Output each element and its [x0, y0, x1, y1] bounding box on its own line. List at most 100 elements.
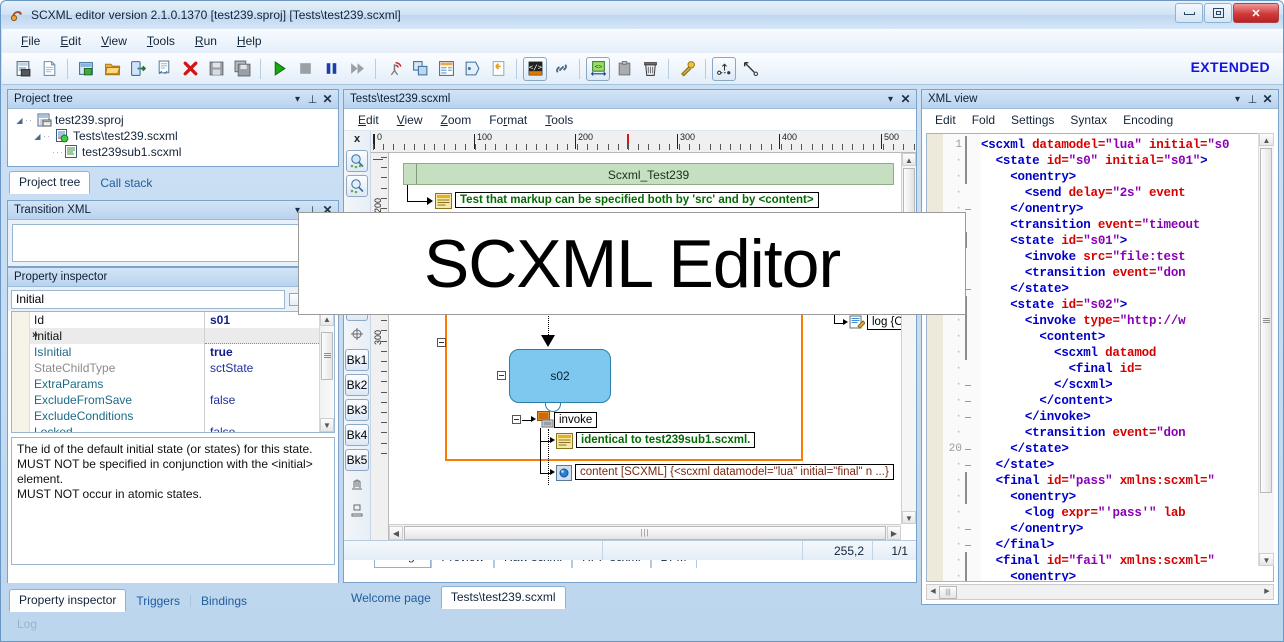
tab-call-stack[interactable]: Call stack — [90, 172, 162, 194]
scroll-right-icon[interactable]: ▶ — [887, 526, 901, 540]
resize-width-icon[interactable]: <> — [586, 57, 610, 81]
editor-menu-tools[interactable]: Tools — [537, 111, 581, 129]
new-file-icon[interactable] — [37, 57, 61, 81]
close-x-label[interactable]: x — [354, 133, 360, 147]
new-project-icon[interactable] — [11, 57, 35, 81]
duplicate-icon[interactable] — [408, 57, 432, 81]
zoom-fit-icon[interactable] — [346, 150, 368, 172]
tab-bindings[interactable]: Bindings — [191, 590, 257, 612]
editor-menu-view[interactable]: View — [389, 111, 431, 129]
property-value[interactable]: false — [205, 392, 319, 408]
code-view-icon[interactable]: </> — [523, 57, 547, 81]
expand-box[interactable] — [512, 415, 521, 424]
xml-menu-edit[interactable]: Edit — [928, 111, 963, 129]
link-icon[interactable] — [549, 57, 573, 81]
transition-icon[interactable] — [712, 57, 736, 81]
tab-property-inspector[interactable]: Property inspector — [9, 589, 126, 612]
expand-box[interactable] — [497, 371, 506, 380]
menu-run[interactable]: Run — [186, 31, 226, 51]
expand-box[interactable] — [437, 338, 446, 347]
minimize-button[interactable] — [1175, 3, 1203, 23]
xml-vscrollbar[interactable]: ▲ ▼ — [1258, 133, 1274, 566]
diagram-invoke-label[interactable]: invoke — [554, 412, 597, 428]
tree-node-project[interactable]: ◢·· test239.sproj — [10, 112, 336, 128]
scroll-left-icon[interactable]: ◀ — [389, 526, 403, 540]
run-icon[interactable] — [267, 57, 291, 81]
chevron-down-icon[interactable]: ▾ — [1230, 92, 1245, 107]
property-filter-input[interactable] — [11, 290, 285, 309]
close-icon[interactable]: ✕ — [898, 92, 913, 107]
canvas-hscrollbar[interactable]: ◀ ||| ▶ — [389, 524, 901, 540]
pan-hand-icon[interactable] — [346, 474, 368, 496]
table-row[interactable]: ExcludeFromSave false — [30, 392, 319, 408]
import-icon[interactable] — [126, 57, 150, 81]
xml-bookmark-gutter[interactable] — [927, 134, 943, 581]
undo-arrow-icon[interactable] — [486, 57, 510, 81]
table-row[interactable]: IsInitial true — [30, 344, 319, 360]
save-all-icon[interactable] — [230, 57, 254, 81]
stop-icon[interactable] — [293, 57, 317, 81]
bookmark-5[interactable]: Bk5 — [345, 449, 369, 471]
arrow-line-icon[interactable] — [738, 57, 762, 81]
scroll-left-icon[interactable]: ◀ — [927, 585, 939, 599]
property-value[interactable]: true — [205, 344, 319, 360]
diagram-state-s02[interactable]: s02 — [509, 349, 611, 403]
bookmark-4[interactable]: Bk4 — [345, 424, 369, 446]
xml-menu-settings[interactable]: Settings — [1004, 111, 1061, 129]
editor-menu-zoom[interactable]: Zoom — [433, 111, 480, 129]
stamp-icon[interactable] — [346, 499, 368, 521]
xml-menu-fold[interactable]: Fold — [965, 111, 1002, 129]
tree-node-scxml[interactable]: ◢·· Tests\test239.scxml — [10, 128, 336, 144]
property-value[interactable] — [205, 328, 319, 344]
editor-menu-edit[interactable]: Edit — [350, 111, 387, 129]
bookmark-2[interactable]: Bk2 — [345, 374, 369, 396]
xml-hscrollbar[interactable]: ◀ ||| ▶ — [926, 584, 1274, 600]
bookmark-3[interactable]: Bk3 — [345, 399, 369, 421]
table-row[interactable]: Id s01 — [30, 312, 319, 328]
menu-tools[interactable]: Tools — [138, 31, 184, 51]
property-value[interactable]: false — [205, 424, 319, 432]
scroll-up-icon[interactable]: ▲ — [902, 153, 916, 166]
tag-icon[interactable] — [460, 57, 484, 81]
menu-file[interactable]: File — [12, 31, 49, 51]
maximize-button[interactable] — [1204, 3, 1232, 23]
scroll-thumb[interactable]: ||| — [404, 526, 886, 540]
diagram-root-note[interactable]: Test that markup can be specified both b… — [455, 192, 819, 208]
scroll-down-icon[interactable]: ▼ — [1259, 553, 1274, 566]
xml-menu-encoding[interactable]: Encoding — [1116, 111, 1180, 129]
broadcast-icon[interactable] — [382, 57, 406, 81]
open-project-icon[interactable] — [74, 57, 98, 81]
property-value[interactable] — [205, 376, 319, 392]
table-row[interactable]: » Initial — [30, 328, 319, 344]
property-value[interactable] — [205, 408, 319, 424]
pause-icon[interactable] — [319, 57, 343, 81]
scroll-right-icon[interactable]: ▶ — [1261, 585, 1273, 599]
properties-icon[interactable] — [434, 57, 458, 81]
xml-source-code[interactable]: <scxml datamodel="lua" initial="s0 <stat… — [981, 134, 1273, 581]
chevron-down-icon[interactable]: ▾ — [883, 92, 898, 107]
step-forward-icon[interactable] — [345, 57, 369, 81]
scroll-thumb[interactable] — [1260, 148, 1272, 493]
trash-icon[interactable] — [638, 57, 662, 81]
chevron-down-icon[interactable]: ▾ — [290, 92, 305, 107]
xml-fold-gutter[interactable] — [965, 134, 981, 581]
tab-project-tree[interactable]: Project tree — [9, 171, 90, 194]
bookmark-1[interactable]: Bk1 — [345, 349, 369, 371]
paste-icon[interactable] — [612, 57, 636, 81]
tree-node-sub-scxml[interactable]: ···· test239sub1.scxml — [10, 144, 336, 160]
tab-test239-scxml[interactable]: Tests\test239.scxml — [441, 586, 566, 609]
table-row[interactable]: ExtraParams — [30, 376, 319, 392]
pin-icon[interactable]: ⊥ — [305, 92, 320, 107]
open-folder-icon[interactable] — [100, 57, 124, 81]
tab-log[interactable]: Log — [7, 613, 47, 635]
target-icon[interactable] — [346, 324, 368, 346]
diagram-note-identical[interactable]: identical to test239sub1.scxml. — [576, 432, 755, 448]
close-icon[interactable]: ✕ — [1260, 92, 1275, 107]
expander-icon[interactable]: ◢ — [14, 116, 25, 125]
menu-edit[interactable]: Edit — [51, 31, 90, 51]
delete-red-x-icon[interactable] — [178, 57, 202, 81]
menu-help[interactable]: Help — [228, 31, 271, 51]
canvas-vscrollbar[interactable]: ▲ ▼ — [901, 153, 916, 524]
scroll-thumb[interactable] — [321, 332, 333, 380]
scroll-down-icon[interactable]: ▼ — [902, 511, 916, 524]
